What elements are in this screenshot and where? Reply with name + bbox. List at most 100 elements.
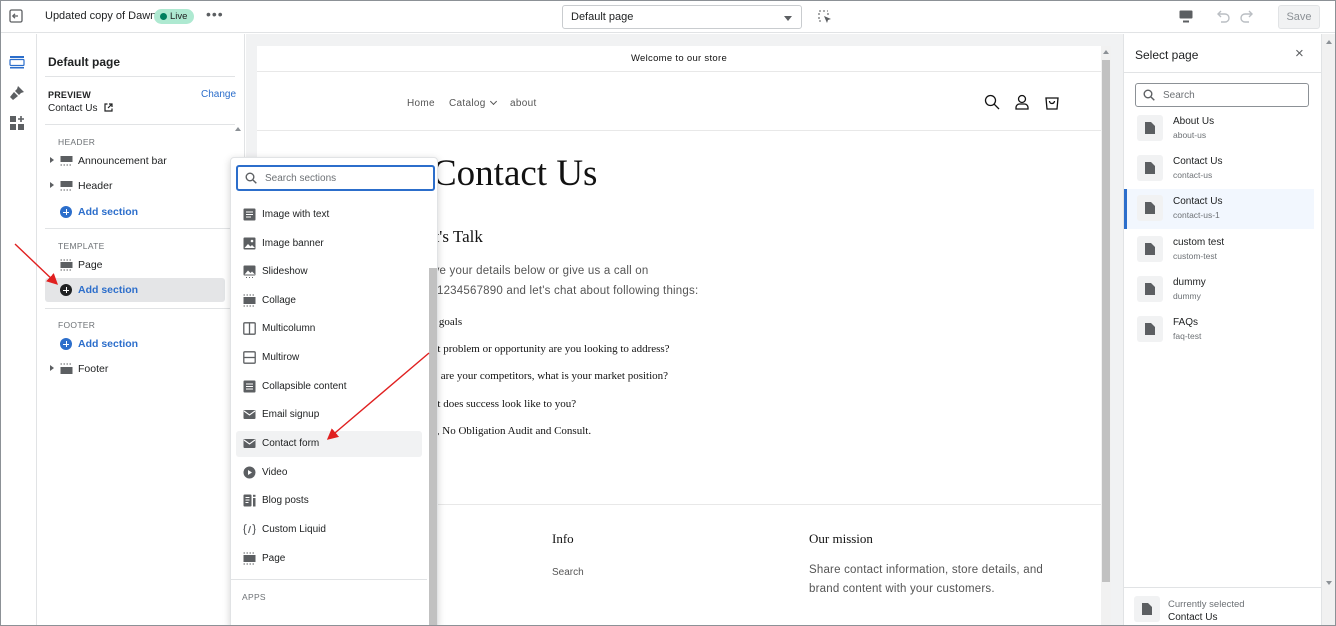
section-option-collapsible-content[interactable]: Collapsible content [236, 374, 422, 400]
blog-icon [243, 494, 256, 507]
more-actions-button[interactable]: ••• [206, 6, 224, 22]
section-option-image-with-text[interactable]: Image with text [236, 202, 422, 228]
section-option-collage[interactable]: Collage [236, 288, 422, 314]
page-option[interactable]: Contact Us contact-us [1124, 149, 1314, 189]
nav-link-catalog[interactable]: Catalog [449, 97, 497, 109]
sidebar-item-label: Footer [78, 363, 109, 375]
inspector-icon[interactable] [818, 10, 832, 24]
add-section-header-button[interactable]: Add section [45, 200, 225, 224]
page-option-handle: contact-us-1 [1173, 210, 1220, 220]
rows-icon [243, 351, 256, 364]
scroll-down-arrow[interactable] [1326, 581, 1332, 585]
divider [231, 579, 427, 580]
sidebar-item-footer[interactable]: Footer [45, 357, 225, 381]
panel-scrollbar[interactable] [1321, 34, 1335, 625]
section-option-slideshow[interactable]: Slideshow [236, 259, 422, 285]
section-option-label: Image banner [262, 238, 324, 249]
footer-search-link[interactable]: Search [552, 567, 584, 578]
scroll-up-arrow[interactable] [1326, 40, 1332, 44]
currently-selected-value: Contact Us [1168, 612, 1218, 623]
store-header: Home Catalog about [257, 73, 1101, 131]
section-option-label: Slideshow [262, 266, 308, 277]
nav-link-home[interactable]: Home [407, 98, 435, 109]
section-option-multicolumn[interactable]: Multicolumn [236, 316, 422, 342]
collapsible-icon [243, 380, 256, 393]
list-item: hat does success look like to you? [427, 398, 577, 410]
page-option[interactable]: dummy dummy [1124, 270, 1314, 310]
change-preview-link[interactable]: Change [201, 89, 236, 100]
page-icon [1137, 195, 1163, 221]
section-option-page[interactable]: Page [236, 546, 422, 572]
page-option-handle: about-us [1173, 130, 1207, 140]
section-option-custom-liquid[interactable]: Custom Liquid [236, 517, 422, 543]
add-section-label: Add section [78, 206, 139, 218]
nav-link-about[interactable]: about [510, 98, 537, 109]
chevron-down-icon [489, 97, 497, 106]
section-option-image-banner[interactable]: Image banner [236, 231, 422, 257]
expand-arrow-icon[interactable] [50, 157, 54, 163]
app-embeds-icon[interactable] [9, 115, 25, 131]
sidebar-item-header[interactable]: Header [45, 174, 225, 198]
list-item: ho are your competitors, what is your ma… [427, 370, 669, 382]
add-section-label: Add section [78, 338, 139, 350]
sidebar-item-page[interactable]: Page [45, 253, 225, 277]
add-section-popover: Search sections Image with text Image ba… [230, 157, 438, 625]
theme-settings-icon[interactable] [9, 85, 25, 101]
section-option-video[interactable]: Video [236, 460, 422, 486]
scroll-up-arrow[interactable] [235, 127, 241, 131]
page-option-handle: custom-test [1173, 251, 1217, 261]
preview-value[interactable]: Contact Us [48, 103, 113, 114]
page-section-icon [243, 552, 256, 565]
sidebar-item-announcement-bar[interactable]: Announcement bar [45, 149, 225, 173]
image-with-text-icon [243, 208, 256, 221]
sections-icon[interactable] [9, 54, 25, 70]
page-option[interactable]: FAQs faq-test [1124, 310, 1314, 350]
announcement-bar[interactable]: Welcome to our store [257, 46, 1101, 72]
add-section-footer-button[interactable]: Add section [45, 332, 225, 356]
preview-page-name: Contact Us [48, 103, 98, 114]
page-option-selected[interactable]: Contact Us contact-us-1 [1124, 189, 1314, 229]
theme-name: Updated copy of Dawn [45, 10, 157, 22]
expand-arrow-icon[interactable] [50, 365, 54, 371]
add-section-label: Add section [78, 284, 139, 296]
plus-circle-icon [60, 338, 72, 350]
scrollbar-thumb[interactable] [1102, 60, 1110, 582]
panel-title: Select page [1135, 48, 1199, 62]
page-icon [1137, 155, 1163, 181]
section-option-blog-posts[interactable]: Blog posts [236, 488, 422, 514]
sidebar-title: Default page [48, 55, 121, 69]
redo-icon[interactable] [1239, 9, 1255, 23]
desktop-view-icon[interactable] [1179, 10, 1193, 23]
section-icon [60, 363, 73, 374]
section-option-email-signup[interactable]: Email signup [236, 402, 422, 428]
save-button[interactable]: Save [1278, 5, 1320, 29]
section-icon [60, 181, 73, 191]
cart-icon[interactable] [1044, 94, 1060, 110]
section-option-multirow[interactable]: Multirow [236, 345, 422, 371]
page-search-input[interactable]: Search [1135, 83, 1309, 107]
page-option-name: dummy [1173, 277, 1206, 288]
page-type-select[interactable]: Default page [562, 5, 802, 29]
page-option[interactable]: custom test custom-test [1124, 230, 1314, 270]
search-icon[interactable] [984, 94, 1000, 110]
intro-text-line: ave your details below or give us a call… [427, 265, 649, 277]
preview-scrollbar[interactable] [1101, 46, 1111, 625]
footer-mission-text: Share contact information, store details… [809, 564, 1044, 576]
page-option[interactable]: About Us about-us [1124, 109, 1314, 149]
add-section-template-button[interactable]: Add section [45, 278, 225, 302]
expand-arrow-icon[interactable] [50, 182, 54, 188]
section-option-contact-form[interactable]: Contact form [236, 431, 422, 457]
account-icon[interactable] [1014, 94, 1030, 110]
search-sections-input[interactable]: Search sections [236, 165, 435, 191]
picker-scrollbar-thumb[interactable] [429, 268, 437, 625]
search-placeholder: Search sections [265, 173, 337, 184]
exit-icon[interactable] [9, 9, 23, 23]
page-option-name: Contact Us [1173, 196, 1223, 207]
editor-nav-rail [1, 34, 37, 625]
undo-icon[interactable] [1215, 9, 1231, 23]
scroll-up-arrow[interactable] [1103, 50, 1109, 54]
close-button[interactable]: × [1295, 46, 1304, 61]
slideshow-icon [243, 265, 256, 278]
collage-icon [243, 294, 256, 307]
search-placeholder: Search [1163, 90, 1195, 101]
